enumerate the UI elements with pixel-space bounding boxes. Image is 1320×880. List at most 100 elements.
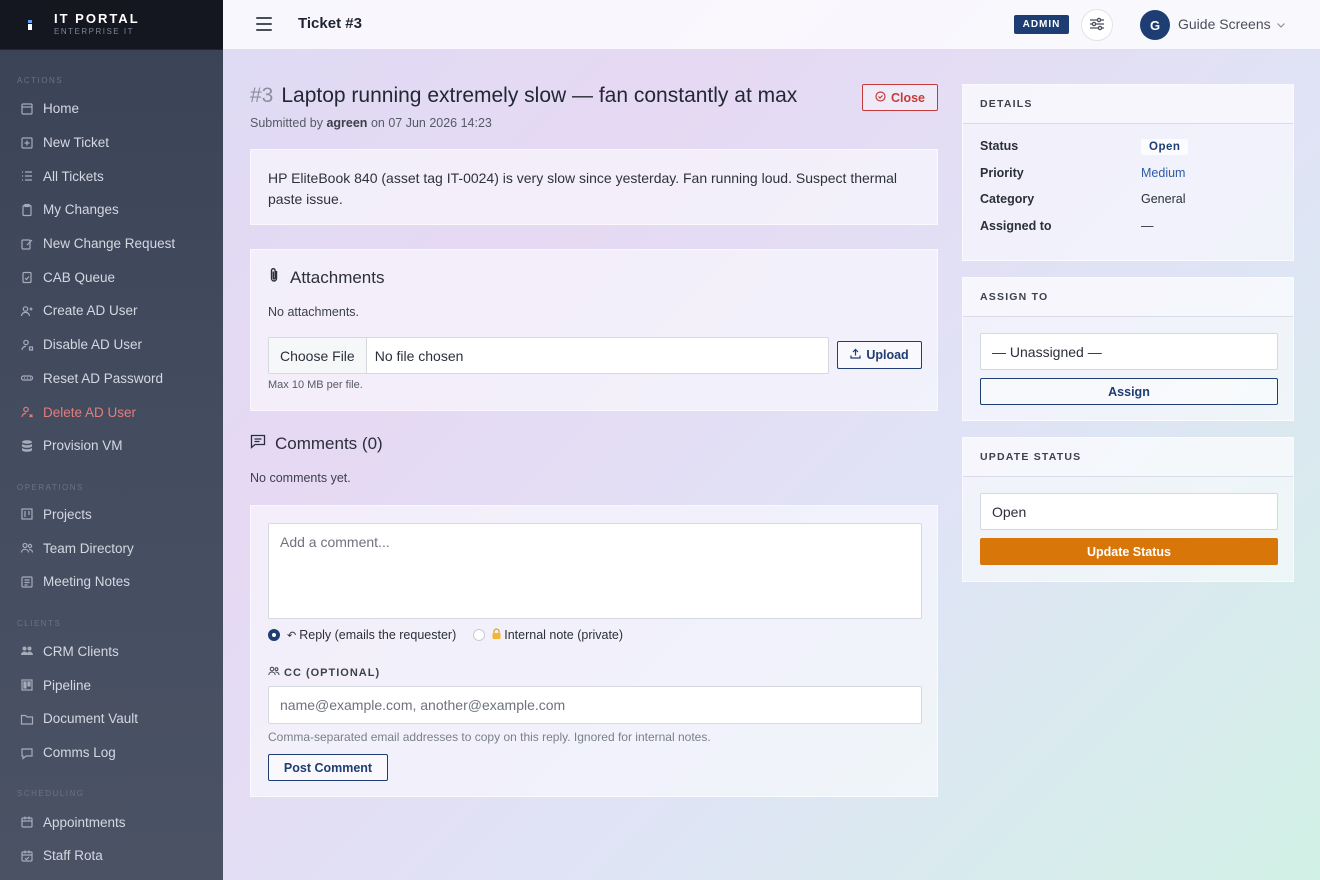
detail-row-priority: Priority Medium [980,166,1185,180]
sidebar-item-create-ad-user[interactable]: Create AD User [0,294,223,328]
ticket-title: Laptop running extremely slow — fan cons… [281,84,798,107]
avatar[interactable]: G [1140,10,1170,40]
sidebar-item-label: Projects [43,506,92,522]
circle-check-icon [875,90,891,105]
brand-title: IT PORTAL [54,11,140,26]
kanban-icon [19,506,35,522]
upload-button[interactable]: Upload [837,341,922,369]
sidebar: IT PORTAL ENTERPRISE IT ACTIONS Home New… [0,0,223,880]
choose-file-button[interactable]: Choose File [269,338,367,373]
close-ticket-button[interactable]: Close [862,84,938,111]
upload-label: Upload [866,348,909,362]
sidebar-item-reset-ad-password[interactable]: Reset AD Password [0,362,223,396]
reply-radio[interactable] [268,629,280,641]
assignee-select[interactable]: — Unassigned — [980,333,1278,370]
detail-row-assigned: Assigned to — [980,219,1154,233]
brand-subtitle: ENTERPRISE IT [54,27,134,36]
cc-input[interactable]: name@example.com, another@example.com [268,686,922,724]
sidebar-item-label: Disable AD User [43,337,143,353]
sidebar-item-new-ticket[interactable]: New Ticket [0,126,223,160]
assign-panel: ASSIGN TO — Unassigned — Assign [962,277,1294,421]
reply-label: Reply (emails the requester) [299,628,457,642]
file-status: No file chosen [374,347,464,364]
page-title: Ticket #3 [298,15,362,32]
brand[interactable]: IT PORTAL ENTERPRISE IT [0,0,223,50]
priority-value: Medium [1141,166,1186,180]
cc-heading: CC (OPTIONAL) [268,666,380,679]
ticket-number: #3 [250,84,274,107]
sidebar-item-label: Comms Log [43,745,116,761]
sidebar-item-label: Home [43,101,80,117]
sidebar-item-new-change-request[interactable]: New Change Request [0,227,223,261]
sidebar-item-provision-vm[interactable]: Provision VM [0,429,223,463]
sidebar-item-label: Provision VM [43,438,123,454]
ticket-heading: #3 Laptop running extremely slow — fan c… [250,84,797,108]
sidebar-item-delete-ad-user[interactable]: Delete AD User [0,395,223,429]
internal-note-radio[interactable] [473,629,486,641]
sidebar-item-team-directory[interactable]: Team Directory [0,531,223,565]
detail-key: Status [980,139,1019,153]
sidebar-item-my-changes[interactable]: My Changes [0,193,223,227]
sliders-icon [1089,17,1105,34]
key-icon [19,370,35,386]
comment-icon [250,434,275,454]
sidebar-item-label: Appointments [43,814,126,830]
sidebar-item-all-tickets[interactable]: All Tickets [0,159,223,193]
file-input[interactable]: Choose File No file chosen [268,337,829,374]
sidebar-item-label: Create AD User [43,303,138,319]
attachments-card: Attachments No attachments. Choose File … [250,249,938,411]
sidebar-item-disable-ad-user[interactable]: Disable AD User [0,328,223,362]
sidebar-item-crm-clients[interactable]: CRM Clients [0,635,223,669]
settings-button[interactable] [1081,9,1113,41]
close-label: Close [890,90,926,105]
update-status-button[interactable]: Update Status [980,538,1278,565]
comment-textarea[interactable]: Add a comment... [268,523,922,619]
sidebar-item-label: My Changes [43,202,119,218]
sidebar-item-label: Team Directory [43,540,134,556]
submitted-date: on 07 Jun 2026 14:23 [370,116,492,130]
chevron-down-icon[interactable] [1276,18,1286,33]
user-name[interactable]: Guide Screens [1178,16,1271,32]
sidebar-item-projects[interactable]: Projects [0,498,223,532]
user-lock-icon [19,337,35,353]
internal-note-option[interactable]: Internal note (private) [473,628,623,642]
sidebar-item-label: Document Vault [43,711,139,727]
users-icon [19,540,35,556]
sidebar-item-meeting-notes[interactable]: Meeting Notes [0,565,223,599]
details-panel: DETAILS Status Open Priority Medium Cate… [962,84,1294,261]
status-select[interactable]: Open [980,493,1278,530]
detail-key: Assigned to [980,219,1052,233]
detail-key: Priority [980,166,1024,180]
role-badge: ADMIN [1014,15,1069,34]
pipeline-icon [19,677,35,693]
sidebar-item-appointments[interactable]: Appointments [0,805,223,839]
notes-icon [19,574,35,590]
post-comment-button[interactable]: Post Comment [268,754,388,781]
comment-type-options: ↶ Reply (emails the requester) Internal … [268,628,640,642]
upload-icon [850,348,866,362]
sidebar-item-cab-queue[interactable]: CAB Queue [0,260,223,294]
calendar-icon [19,814,35,830]
update-status-panel: UPDATE STATUS Open Update Status [962,437,1294,582]
clipboard-icon [19,202,35,218]
reply-arrow-icon: ↶ [287,629,297,642]
sidebar-item-pipeline[interactable]: Pipeline [0,668,223,702]
reply-option[interactable]: ↶ Reply (emails the requester) [268,628,456,642]
sidebar-item-document-vault[interactable]: Document Vault [0,702,223,736]
home-icon [19,101,35,117]
menu-toggle-icon[interactable] [256,17,272,31]
sidebar-item-label: Staff Rota [43,848,103,864]
sidebar-item-comms-log[interactable]: Comms Log [0,736,223,770]
paperclip-icon [268,267,290,288]
attachments-empty: No attachments. [268,305,360,319]
assigned-value: — [1141,219,1154,233]
submitted-prefix: Submitted by [250,116,323,130]
description-text: HP EliteBook 840 (asset tag IT-0024) is … [268,170,898,207]
sidebar-item-staff-rota[interactable]: Staff Rota [0,839,223,873]
submitted-user: agreen [326,116,368,130]
edit-icon [19,236,35,252]
assign-button[interactable]: Assign [980,378,1278,405]
sidebar-item-home[interactable]: Home [0,92,223,126]
sidebar-item-label: Reset AD Password [43,370,164,386]
sidebar-item-label: CRM Clients [43,643,119,659]
